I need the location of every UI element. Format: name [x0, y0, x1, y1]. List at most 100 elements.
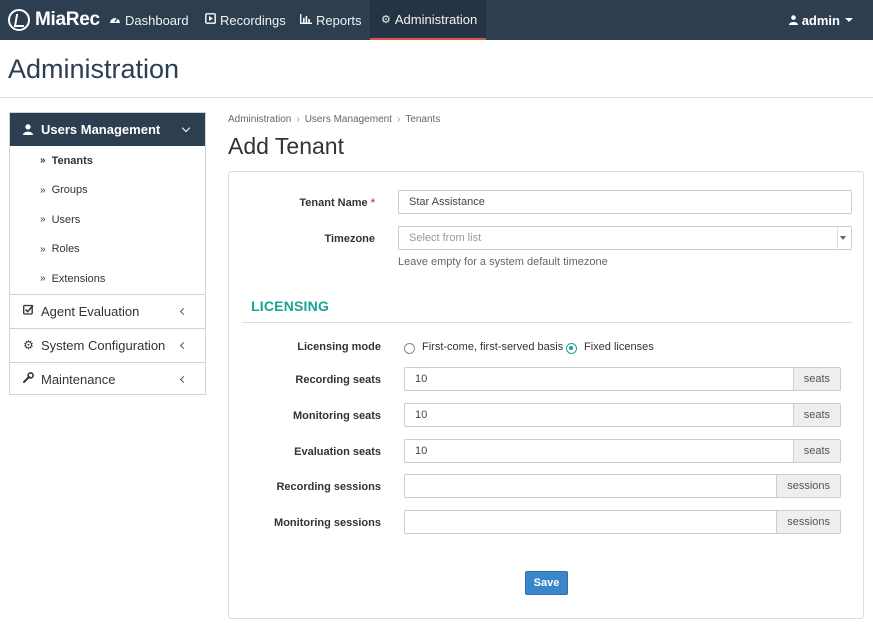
- nav-reports-label: Reports: [316, 12, 362, 28]
- sidebar-submenu: » Tenants » Groups » Users » Roles » Extensio…: [10, 146, 205, 294]
- tenant-name-label-text: Tenant Name: [299, 197, 368, 209]
- licensing-option-fixed-label[interactable]: Fixed licenses: [584, 341, 654, 353]
- add-tenant-form: Tenant Name * Star Assistance Timezone S…: [228, 171, 864, 619]
- sidebar-item-label: Roles: [51, 243, 80, 256]
- sidebar-section-agent-evaluation[interactable]: Agent Evaluation: [10, 293, 205, 328]
- licensing-mode-label: Licensing mode: [297, 341, 381, 353]
- licensing-radio-first-come[interactable]: [404, 343, 415, 354]
- monitoring-sessions-input[interactable]: [404, 510, 777, 534]
- breadcrumb-item-tenants[interactable]: Tenants: [405, 114, 440, 125]
- breadcrumb: Administration › Users Management › Tena…: [228, 114, 440, 125]
- sidebar-section-label: Agent Evaluation: [41, 303, 140, 319]
- double-chevron-right-icon: »: [40, 243, 46, 255]
- sidebar-item-label: Users: [51, 213, 81, 226]
- sidebar-item-groups[interactable]: » Groups: [10, 176, 205, 206]
- chevron-down-icon: [181, 123, 191, 133]
- play-square-icon: [205, 13, 216, 27]
- monitoring-seats-unit: seats: [792, 403, 841, 427]
- evaluation-seats-unit: seats: [792, 439, 841, 463]
- nav-recordings[interactable]: Recordings: [205, 0, 286, 40]
- user-icon: [23, 124, 33, 135]
- sidebar-item-label: Extensions: [51, 272, 106, 285]
- form-title: Add Tenant: [228, 133, 344, 159]
- licensing-option-first-come-label[interactable]: First-come, first-served basis: [422, 341, 563, 353]
- user-menu[interactable]: admin: [788, 0, 853, 40]
- sidebar-section-label: Maintenance: [41, 371, 116, 387]
- nav-administration-label: Administration: [394, 11, 478, 27]
- nav-dashboard-label: Dashboard: [125, 12, 189, 28]
- brand-logo[interactable]: MiaRec: [8, 8, 100, 32]
- evaluation-seats-input[interactable]: 10: [404, 439, 793, 463]
- monitoring-seats-group: 10 seats: [404, 403, 841, 427]
- nav-reports[interactable]: Reports: [300, 0, 362, 40]
- sidebar-item-roles[interactable]: » Roles: [10, 235, 205, 265]
- monitoring-sessions-group: sessions: [404, 510, 841, 534]
- recording-sessions-input[interactable]: [404, 474, 777, 498]
- timezone-select[interactable]: Select from list: [398, 226, 852, 250]
- sidebar-item-label: Tenants: [51, 154, 93, 167]
- monitoring-sessions-label: Monitoring sessions: [274, 517, 381, 529]
- sidebar-section-maintenance[interactable]: Maintenance: [10, 361, 205, 396]
- licensing-header: LICENSING: [251, 298, 330, 314]
- sidebar-section-label: Users Management: [41, 122, 161, 137]
- sidebar-item-extensions[interactable]: » Extensions: [10, 264, 205, 294]
- breadcrumb-item-administration[interactable]: Administration: [228, 114, 291, 125]
- licensing-radio-fixed[interactable]: [566, 343, 577, 354]
- timezone-placeholder: Select from list: [409, 232, 482, 244]
- wrench-icon: [22, 372, 35, 386]
- save-button[interactable]: Save: [525, 571, 568, 595]
- monitoring-sessions-unit: sessions: [776, 510, 841, 534]
- miarec-logo-icon: [8, 9, 30, 31]
- sidebar-item-tenants[interactable]: » Tenants: [10, 146, 205, 176]
- sidebar-item-users[interactable]: » Users: [10, 205, 205, 235]
- header-divider: [0, 97, 873, 98]
- nav-administration[interactable]: ⚙ Administration: [370, 0, 486, 40]
- sidebar-section-label: System Configuration: [41, 337, 166, 353]
- monitoring-seats-input[interactable]: 10: [404, 403, 793, 427]
- chevron-left-icon: [179, 307, 188, 315]
- sidebar-section-users-management[interactable]: Users Management: [10, 113, 205, 146]
- sidebar: Users Management » Tenants » Groups » Users…: [9, 112, 206, 395]
- caret-down-icon: [840, 236, 846, 240]
- licensing-divider: [242, 322, 852, 323]
- recording-sessions-group: sessions: [404, 474, 841, 498]
- sidebar-section-system-configuration[interactable]: ⚙ System Configuration: [10, 327, 205, 362]
- breadcrumb-item-users-management[interactable]: Users Management: [305, 114, 392, 125]
- tenant-name-input[interactable]: Star Assistance: [398, 190, 852, 214]
- page-title: Administration: [8, 54, 180, 84]
- user-name: admin: [801, 12, 840, 28]
- evaluation-seats-label: Evaluation seats: [294, 446, 381, 458]
- tenant-name-label: Tenant Name *: [299, 197, 375, 209]
- gear-icon: ⚙: [381, 13, 391, 26]
- checkbox-icon: [22, 304, 35, 318]
- recording-seats-unit: seats: [792, 367, 841, 391]
- recording-seats-label: Recording seats: [295, 374, 381, 386]
- recording-seats-group: 10 seats: [404, 367, 841, 391]
- chevron-down-icon: [845, 18, 853, 22]
- recording-sessions-unit: sessions: [776, 474, 841, 498]
- breadcrumb-separator-icon: ›: [396, 114, 401, 125]
- breadcrumb-separator-icon: ›: [296, 114, 300, 125]
- nav-dashboard[interactable]: Dashboard: [109, 0, 189, 40]
- select-divider: [837, 227, 838, 249]
- double-chevron-right-icon: »: [40, 273, 46, 285]
- chevron-left-icon: [179, 375, 188, 383]
- top-navbar: MiaRec Dashboard Recordings Reports ⚙ Ad…: [0, 0, 873, 40]
- double-chevron-right-icon: »: [40, 155, 46, 167]
- bar-chart-icon: [300, 13, 312, 27]
- timezone-label: Timezone: [324, 233, 375, 245]
- double-chevron-right-icon: »: [40, 214, 46, 226]
- evaluation-seats-group: 10 seats: [404, 439, 841, 463]
- brand-name: MiaRec: [35, 9, 100, 30]
- nav-recordings-label: Recordings: [220, 12, 286, 28]
- recording-seats-input[interactable]: 10: [404, 367, 793, 391]
- user-icon: [788, 13, 798, 28]
- tenant-name-value: Star Assistance: [409, 196, 485, 208]
- required-marker: *: [370, 197, 375, 209]
- monitoring-seats-label: Monitoring seats: [292, 410, 381, 422]
- chevron-left-icon: [179, 341, 188, 349]
- double-chevron-right-icon: »: [40, 184, 46, 196]
- dashboard-icon: [109, 14, 121, 27]
- recording-sessions-label: Recording sessions: [276, 481, 381, 493]
- timezone-help-text: Leave empty for a system default timezon…: [398, 256, 608, 268]
